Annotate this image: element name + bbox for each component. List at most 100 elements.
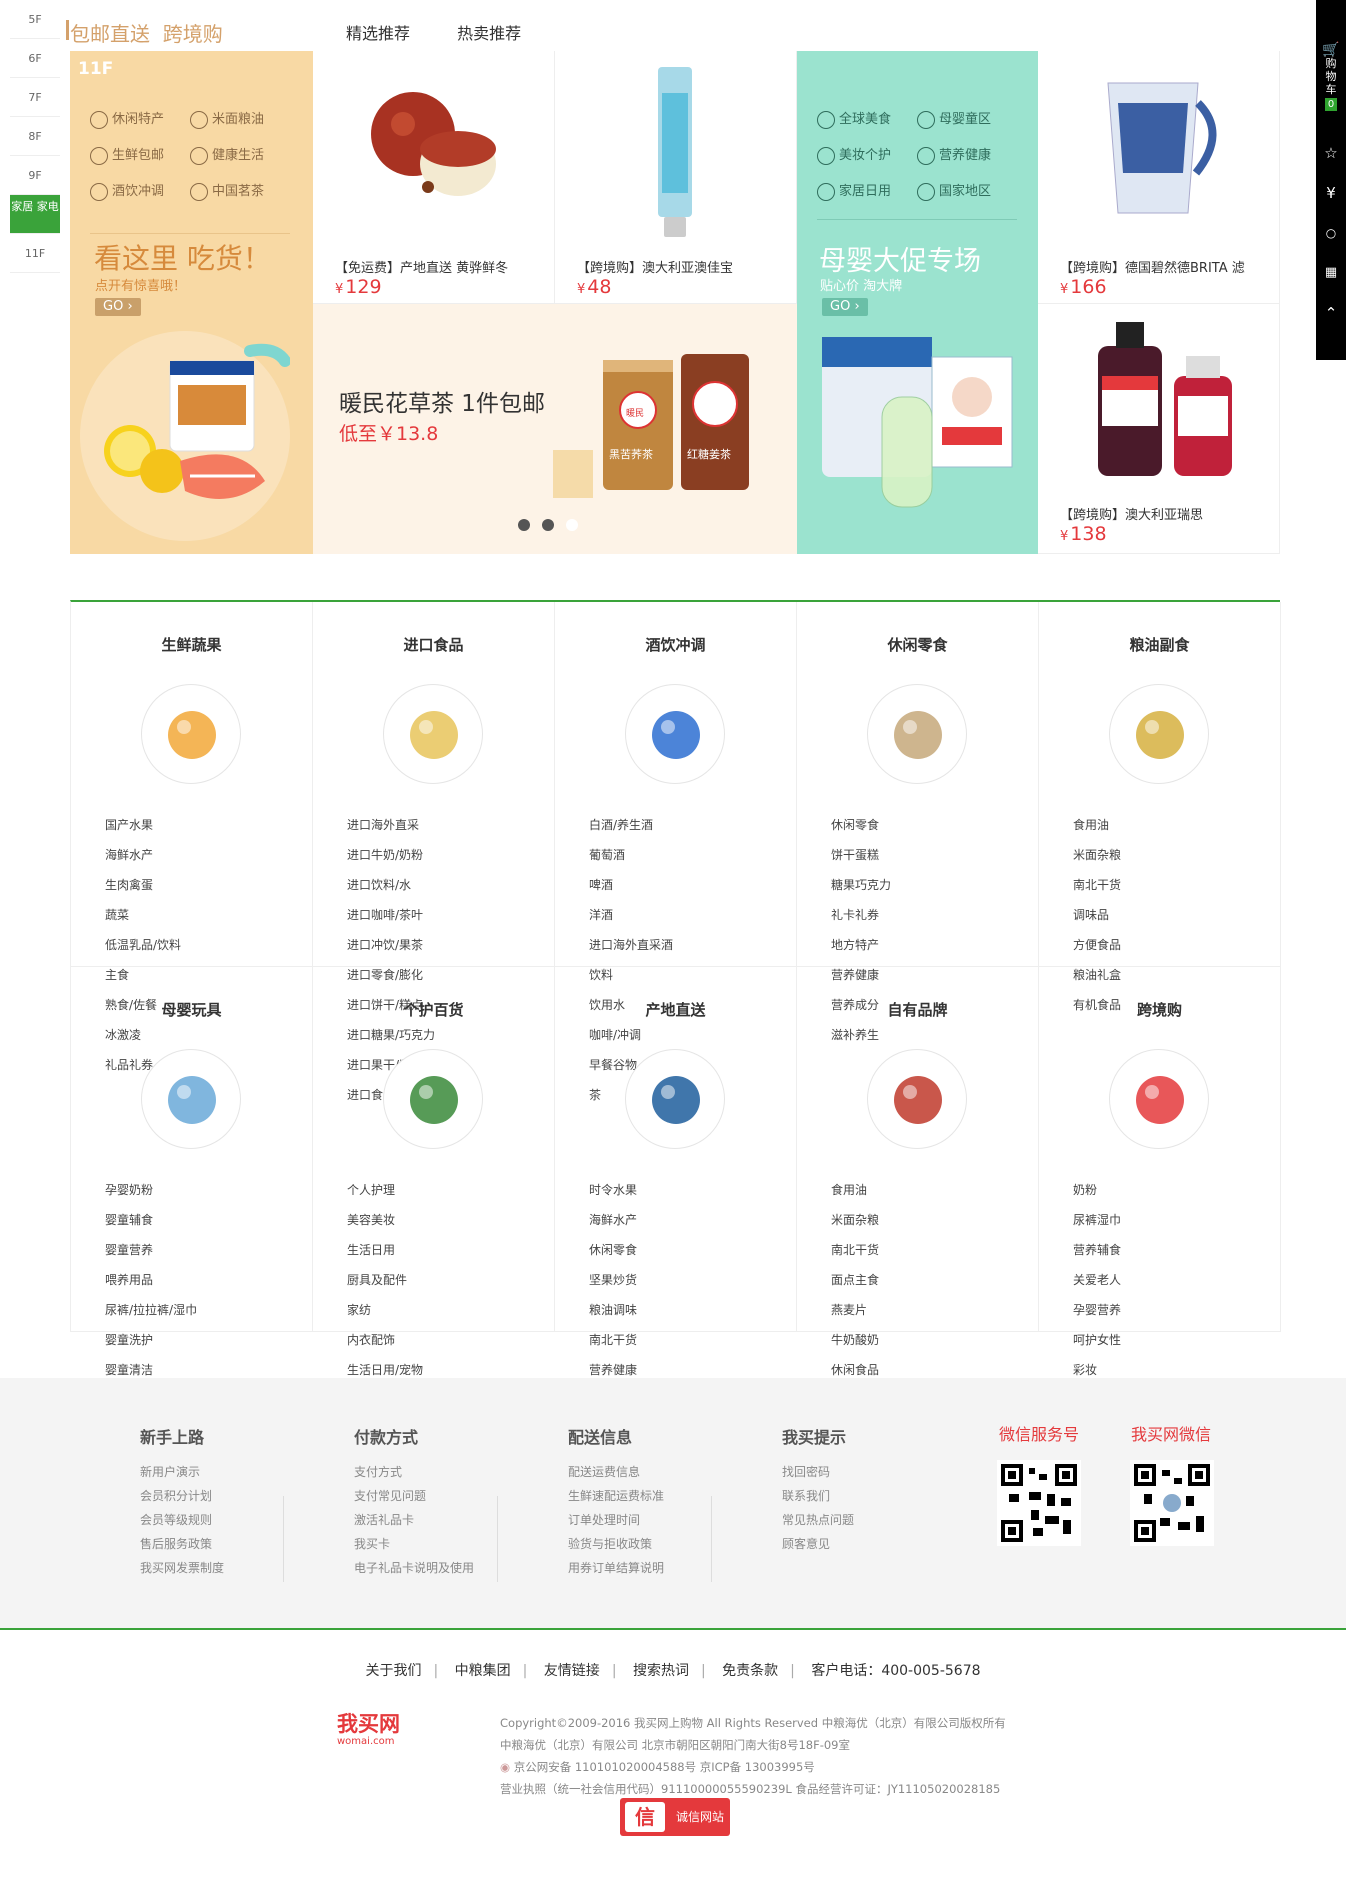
- category-link[interactable]: 海鲜水产: [105, 842, 208, 868]
- recharge-icon[interactable]: ○: [1316, 213, 1346, 253]
- help-link[interactable]: 电子礼品卡说明及使用: [354, 1556, 534, 1580]
- category-title[interactable]: 生鲜蔬果: [71, 634, 312, 655]
- category-title[interactable]: 自有品牌: [797, 999, 1038, 1020]
- credit-site-badge[interactable]: 信 诚信网站: [620, 1798, 730, 1836]
- category-link[interactable]: 进口牛奶/奶粉: [347, 842, 450, 868]
- tab-featured[interactable]: 精选推荐: [346, 20, 411, 55]
- category-link[interactable]: 生肉禽蛋: [105, 872, 208, 898]
- category-title[interactable]: 跨境购: [1039, 999, 1280, 1020]
- category-link[interactable]: 蔬菜: [105, 902, 208, 928]
- category-link[interactable]: 酒饮冲调: [90, 180, 200, 204]
- category-link[interactable]: 关爱老人: [1073, 1267, 1176, 1293]
- category-link[interactable]: 坚果炒货: [589, 1267, 692, 1293]
- category-link[interactable]: 饼干蛋糕: [831, 842, 934, 868]
- product-card[interactable]: 【免运费】产地直送 黄骅鲜冬 ¥129: [313, 51, 555, 304]
- category-link[interactable]: 奶粉: [1073, 1177, 1176, 1203]
- footer-link[interactable]: 中粮集团: [455, 1663, 511, 1679]
- category-title[interactable]: 母婴玩具: [71, 999, 312, 1020]
- category-link[interactable]: 营养健康: [917, 144, 1027, 168]
- tab-hot[interactable]: 热卖推荐: [457, 20, 521, 53]
- qrcode-icon[interactable]: ▦: [1316, 253, 1346, 293]
- category-link[interactable]: 家纺: [347, 1297, 450, 1323]
- category-link[interactable]: 尿裤/拉拉裤/湿巾: [105, 1297, 208, 1323]
- go-button[interactable]: GO ›: [822, 298, 868, 316]
- category-link[interactable]: 牛奶酸奶: [831, 1327, 934, 1353]
- category-image[interactable]: [383, 684, 483, 784]
- go-button[interactable]: GO ›: [95, 298, 141, 316]
- product-card[interactable]: 【跨境购】德国碧然德BRITA 滤 ¥166: [1038, 51, 1280, 304]
- help-link[interactable]: 支付常见问题: [354, 1484, 534, 1508]
- category-link[interactable]: 海鲜水产: [589, 1207, 692, 1233]
- help-link[interactable]: 生鲜速配运费标准: [568, 1484, 748, 1508]
- category-link[interactable]: 粮油调味: [589, 1297, 692, 1323]
- help-link[interactable]: 我买卡: [354, 1532, 534, 1556]
- baby-promo-banner[interactable]: 全球美食 母婴童区 美妆个护 营养健康 家居日用 国家地区 母婴大促专场 贴心价…: [797, 51, 1038, 554]
- carousel-dot[interactable]: [566, 519, 578, 531]
- category-link[interactable]: 米面粮油: [190, 108, 300, 132]
- category-link[interactable]: 健康生活: [190, 144, 300, 168]
- category-link[interactable]: 家居日用: [817, 180, 927, 204]
- category-link[interactable]: 低温乳品/饮料: [105, 932, 208, 958]
- category-link[interactable]: 休闲特产: [90, 108, 200, 132]
- category-link[interactable]: 休闲零食: [831, 812, 934, 838]
- category-link[interactable]: 国产水果: [105, 812, 208, 838]
- product-card[interactable]: 【跨境购】澳大利亚澳佳宝 ¥48: [555, 51, 797, 304]
- help-link[interactable]: 会员等级规则: [140, 1508, 320, 1532]
- help-link[interactable]: 我买网发票制度: [140, 1556, 320, 1580]
- help-link[interactable]: 常见热点问题: [782, 1508, 962, 1532]
- category-link[interactable]: 白酒/养生酒: [589, 812, 692, 838]
- category-link[interactable]: 方便食品: [1073, 932, 1176, 958]
- floor-nav-item[interactable]: 5F: [10, 0, 60, 39]
- category-link[interactable]: 美妆个护: [817, 144, 927, 168]
- category-image[interactable]: [141, 684, 241, 784]
- floor-nav-item[interactable]: 8F: [10, 117, 60, 156]
- category-link[interactable]: 生活日用: [347, 1237, 450, 1263]
- category-link[interactable]: 南北干货: [589, 1327, 692, 1353]
- category-link[interactable]: 生鲜包邮: [90, 144, 200, 168]
- category-link[interactable]: 孕婴营养: [1073, 1297, 1176, 1323]
- category-image[interactable]: [141, 1049, 241, 1149]
- category-link[interactable]: 呵护女性: [1073, 1327, 1176, 1353]
- category-link[interactable]: 食用油: [831, 1177, 934, 1203]
- category-link[interactable]: 礼卡礼券: [831, 902, 934, 928]
- floor-nav-item[interactable]: 6F: [10, 39, 60, 78]
- yen-icon[interactable]: ¥: [1316, 173, 1346, 213]
- category-link[interactable]: 婴童洗护: [105, 1327, 208, 1353]
- category-link[interactable]: 啤酒: [589, 872, 692, 898]
- category-link[interactable]: 厨具及配件: [347, 1267, 450, 1293]
- floor-nav-item[interactable]: 7F: [10, 78, 60, 117]
- category-link[interactable]: 个人护理: [347, 1177, 450, 1203]
- category-image[interactable]: [867, 1049, 967, 1149]
- category-image[interactable]: [625, 1049, 725, 1149]
- category-link[interactable]: 孕婴奶粉: [105, 1177, 208, 1203]
- help-link[interactable]: 会员积分计划: [140, 1484, 320, 1508]
- category-link[interactable]: 洋酒: [589, 902, 692, 928]
- help-link[interactable]: 售后服务政策: [140, 1532, 320, 1556]
- category-link[interactable]: 葡萄酒: [589, 842, 692, 868]
- category-link[interactable]: 国家地区: [917, 180, 1027, 204]
- category-link[interactable]: 喂养用品: [105, 1267, 208, 1293]
- category-image[interactable]: [625, 684, 725, 784]
- category-title[interactable]: 粮油副食: [1039, 634, 1280, 655]
- category-link[interactable]: 食用油: [1073, 812, 1176, 838]
- category-title[interactable]: 产地直送: [555, 999, 796, 1020]
- category-link[interactable]: 糖果巧克力: [831, 872, 934, 898]
- category-link[interactable]: 进口饮料/水: [347, 872, 450, 898]
- category-link[interactable]: 调味品: [1073, 902, 1176, 928]
- floor-nav-item[interactable]: 9F: [10, 156, 60, 195]
- category-link[interactable]: 内衣配饰: [347, 1327, 450, 1353]
- category-link[interactable]: 地方特产: [831, 932, 934, 958]
- category-link[interactable]: 南北干货: [1073, 872, 1176, 898]
- cart-button[interactable]: 🛒 购 物 车 0: [1316, 43, 1346, 111]
- category-link[interactable]: 进口海外直采: [347, 812, 450, 838]
- category-link[interactable]: 尿裤湿巾: [1073, 1207, 1176, 1233]
- category-link[interactable]: 进口咖啡/茶叶: [347, 902, 450, 928]
- category-link[interactable]: 美容美妆: [347, 1207, 450, 1233]
- help-link[interactable]: 找回密码: [782, 1460, 962, 1484]
- help-link[interactable]: 验货与拒收政策: [568, 1532, 748, 1556]
- category-link[interactable]: 休闲零食: [589, 1237, 692, 1263]
- category-title[interactable]: 进口食品: [313, 634, 554, 655]
- womai-logo[interactable]: 我买网 womai.com: [337, 1708, 427, 1747]
- footer-link[interactable]: 搜索热词: [633, 1663, 689, 1679]
- help-link[interactable]: 激活礼品卡: [354, 1508, 534, 1532]
